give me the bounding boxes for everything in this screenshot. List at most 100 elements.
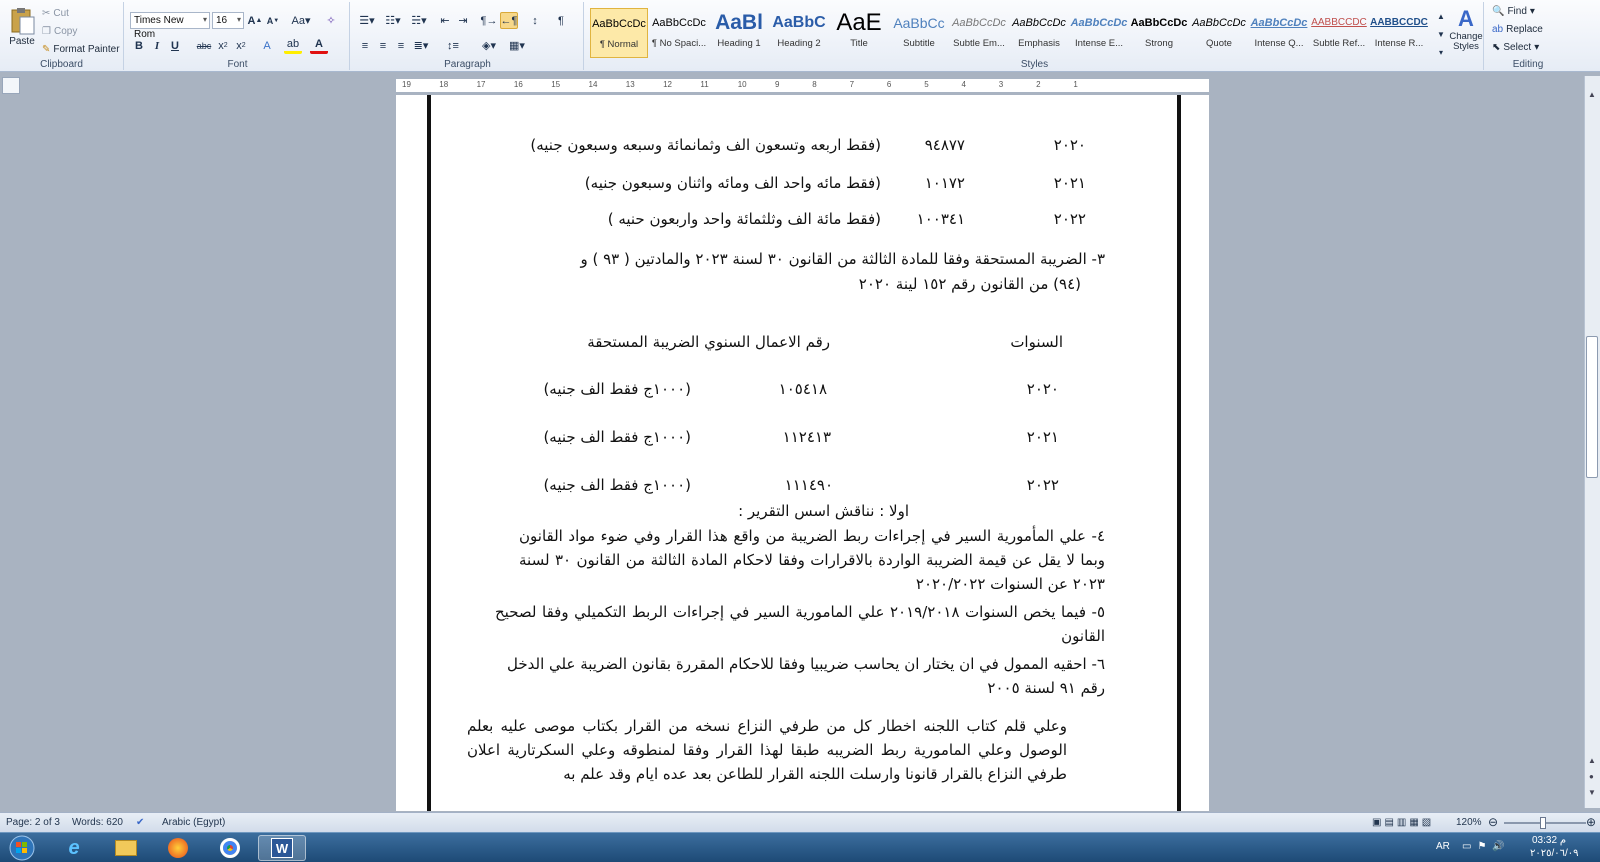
proofing-icon[interactable]: ✔	[136, 817, 144, 828]
line-spacing-button[interactable]: ↕≡	[442, 37, 464, 54]
font-color-button[interactable]: A	[310, 37, 328, 54]
zoom-out-icon[interactable]: ⊖	[1488, 815, 1498, 829]
windows-logo-icon	[9, 835, 35, 861]
horizontal-ruler[interactable]: 19 18 17 16 15 14 13 12 11 10 9 8 7 6 5 4 3 2 1	[395, 78, 1210, 93]
style-preview: AaBbCcDc	[592, 18, 646, 30]
style-item[interactable]: AaBbCc Subtitle	[890, 8, 948, 58]
taskbar-word[interactable]: W	[258, 835, 306, 861]
sort-button[interactable]: ↕	[526, 12, 544, 29]
change-styles-icon: A	[1458, 6, 1474, 31]
binoculars-icon: 🔍	[1492, 6, 1505, 17]
page-border-right	[1177, 95, 1181, 811]
rtl-button[interactable]: ←¶	[500, 12, 518, 29]
superscript-button[interactable]: x2	[232, 37, 250, 54]
change-case-button[interactable]: Aa▾	[290, 12, 312, 29]
ltr-button[interactable]: ¶→	[480, 12, 498, 29]
clear-formatting-button[interactable]: ✧	[322, 12, 340, 29]
find-button[interactable]: 🔍 Find ▾	[1492, 6, 1535, 17]
zoom-in-icon[interactable]: ⊕	[1586, 815, 1596, 829]
decrease-indent-button[interactable]: ⇤	[436, 12, 454, 29]
style-item[interactable]: AaBbCcDc ¶ No Spaci...	[650, 8, 708, 58]
table2-tax: (١٠٠٠ج فقط الف جنيه)	[543, 428, 691, 446]
taskbar-explorer[interactable]	[104, 835, 148, 861]
bold-button[interactable]: B	[130, 37, 148, 54]
taskbar-firefox[interactable]	[156, 835, 200, 861]
style-item[interactable]: AABBCCDC Subtle Ref...	[1310, 8, 1368, 58]
page-count[interactable]: Page: 2 of 3	[6, 817, 60, 828]
select-browse-object[interactable]: ●	[1589, 772, 1594, 781]
grow-font-button[interactable]: A ▲	[246, 12, 264, 29]
style-name: Heading 2	[777, 38, 821, 49]
style-item[interactable]: AaBbCcDc ¶ Normal	[590, 8, 648, 58]
increase-indent-button[interactable]: ⇥	[454, 12, 472, 29]
borders-button[interactable]: ▦▾	[506, 37, 528, 54]
clock-time[interactable]: 03:32 م	[1532, 835, 1566, 846]
replace-button[interactable]: ab Replace	[1492, 24, 1543, 35]
style-item[interactable]: AaBbC Heading 2	[770, 8, 828, 58]
ruler-tick-label: 16	[513, 80, 523, 89]
shading-button[interactable]: ◈▾	[478, 37, 500, 54]
paste-button[interactable]: Paste	[6, 6, 38, 47]
show-marks-button[interactable]: ¶	[552, 12, 570, 29]
font-name-combo[interactable]: Times New Rom ▾	[130, 12, 210, 40]
style-item[interactable]: AaBbCcDc Emphasis	[1010, 8, 1068, 58]
ruler-toggle-button[interactable]	[2, 77, 20, 94]
item3-line2: (٩٤) من القانون رقم ١٥٢ لينة ٢٠٢٠	[858, 275, 1081, 293]
cursor-icon: ⬉	[1492, 42, 1501, 53]
bullets-button[interactable]: ☰▾	[356, 12, 378, 29]
table1-words: (فقط اربعه وتسعون الف وثمانمائة وسبعه وس…	[530, 136, 881, 154]
scroll-up-arrow[interactable]: ▲	[1588, 90, 1596, 99]
scrollbar-thumb[interactable]	[1586, 336, 1598, 478]
align-left-button[interactable]: ≡	[356, 37, 374, 54]
tray-icons[interactable]: ▭⚑🔊	[1462, 841, 1511, 852]
editing-group-label: Editing	[1512, 59, 1544, 70]
style-item[interactable]: AABBCCDC Intense R...	[1370, 8, 1428, 58]
format-painter-button[interactable]: ✎ Format Painter	[42, 44, 120, 55]
italic-button[interactable]: I	[148, 37, 166, 54]
style-item[interactable]: AaBbCcDc Intense E...	[1070, 8, 1128, 58]
underline-button[interactable]: U	[166, 37, 184, 54]
justify-button[interactable]: ≣▾	[410, 37, 432, 54]
zoom-slider-thumb[interactable]	[1540, 817, 1546, 829]
taskbar-ie[interactable]: e	[52, 835, 96, 861]
table2-tax: (١٠٠٠ج فقط الف جنيه)	[543, 476, 691, 494]
item6-paragraph: ٦- احقيه الممول في ان يختار ان يحاسب ضري…	[507, 655, 1105, 697]
strikethrough-button[interactable]: abc	[194, 37, 214, 54]
align-center-button[interactable]: ≡	[374, 37, 392, 54]
page-border-left	[427, 95, 431, 811]
style-item[interactable]: AaE Title	[830, 8, 888, 58]
multilevel-list-button[interactable]: ☵▾	[408, 12, 430, 29]
style-preview: AaBbCcDc	[1070, 17, 1128, 29]
language-indicator[interactable]: Arabic (Egypt)	[162, 817, 225, 828]
change-styles-button[interactable]: A Change Styles	[1448, 6, 1484, 52]
highlight-button[interactable]: ab	[284, 37, 302, 54]
copy-button[interactable]: ❐ Copy	[42, 26, 77, 37]
style-item[interactable]: AaBbCcDc Strong	[1130, 8, 1188, 58]
prev-page-button[interactable]: ▲	[1588, 756, 1596, 765]
shrink-font-button[interactable]: A ▼	[264, 12, 282, 29]
input-language[interactable]: AR	[1436, 841, 1450, 852]
style-item[interactable]: AaBbCcDc Quote	[1190, 8, 1248, 58]
style-item[interactable]: AaBbCcDc Subtle Em...	[950, 8, 1008, 58]
select-button[interactable]: ⬉ Select ▾	[1492, 42, 1539, 53]
word-count[interactable]: Words: 620	[72, 817, 123, 828]
style-name: Intense R...	[1374, 38, 1424, 49]
zoom-level[interactable]: 120%	[1456, 817, 1482, 828]
next-page-button[interactable]: ▼	[1588, 788, 1596, 797]
clock-date[interactable]: ٢٠٢٥/٠٦/٠٩	[1530, 848, 1579, 859]
subscript-button[interactable]: x2	[214, 37, 232, 54]
align-right-button[interactable]: ≡	[392, 37, 410, 54]
start-button[interactable]	[0, 835, 44, 861]
style-item[interactable]: AaBbCcDc Intense Q...	[1250, 8, 1308, 58]
taskbar: e W AR ▭⚑🔊 03:32 م ٢٠٢٥/٠٦/٠٩	[0, 832, 1600, 862]
font-size-combo[interactable]: 16 ▾	[212, 12, 244, 29]
cut-button[interactable]: ✂ Cut	[42, 8, 69, 19]
style-preview: AaBbCcDc	[1130, 17, 1188, 29]
style-item[interactable]: AaBl Heading 1	[710, 8, 768, 58]
text-effects-button[interactable]: A	[258, 37, 276, 54]
view-buttons[interactable]: ▣▤▥▦▧	[1372, 817, 1434, 828]
taskbar-chrome[interactable]	[208, 835, 252, 861]
numbering-button[interactable]: ☷▾	[382, 12, 404, 29]
style-preview: AaE	[836, 9, 882, 36]
document-page[interactable]: ٢٠٢٠ ٩٤٨٧٧ (فقط اربعه وتسعون الف وثمانما…	[396, 95, 1209, 811]
